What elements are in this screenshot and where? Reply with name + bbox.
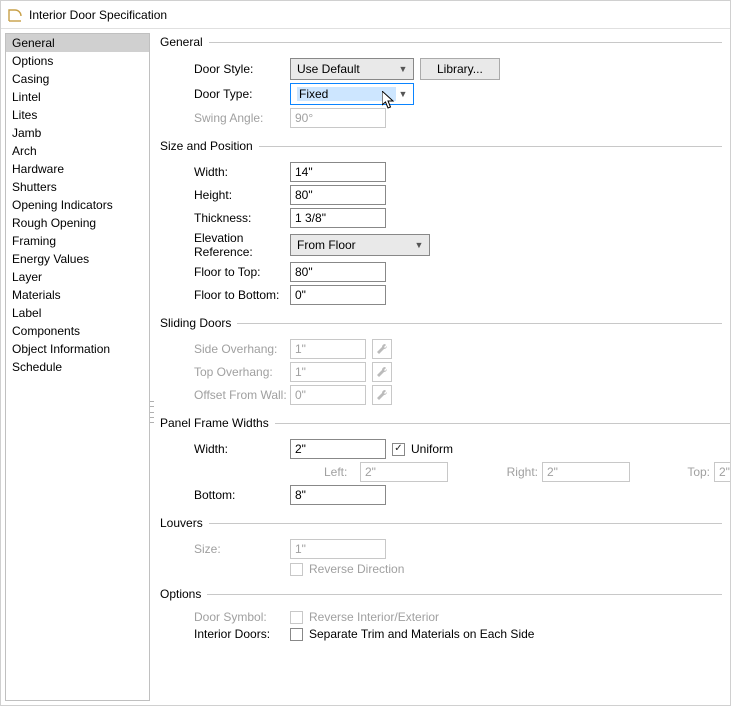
- floor-bottom-label: Floor to Bottom:: [160, 288, 290, 302]
- group-louvers-legend: Louvers: [160, 516, 209, 530]
- panel-width-label: Width:: [160, 442, 290, 456]
- checkbox-icon: [290, 563, 303, 576]
- sidebar-item-shutters[interactable]: Shutters: [6, 178, 149, 196]
- separate-trim-checkbox[interactable]: Separate Trim and Materials on Each Side: [290, 627, 534, 641]
- sidebar-item-lintel[interactable]: Lintel: [6, 88, 149, 106]
- louver-size-input: [290, 539, 386, 559]
- sidebar-item-options[interactable]: Options: [6, 52, 149, 70]
- chevron-down-icon: ▼: [396, 64, 410, 74]
- top-overhang-label: Top Overhang:: [160, 365, 290, 379]
- sidebar-item-framing[interactable]: Framing: [6, 232, 149, 250]
- sidebar-item-rough-opening[interactable]: Rough Opening: [6, 214, 149, 232]
- side-overhang-input: [290, 339, 366, 359]
- group-sliding: Sliding Doors Side Overhang: Top Overhan…: [160, 316, 722, 408]
- thickness-input[interactable]: [290, 208, 386, 228]
- width-input[interactable]: [290, 162, 386, 182]
- floor-top-label: Floor to Top:: [160, 265, 290, 279]
- uniform-checkbox[interactable]: ✓ Uniform: [392, 442, 453, 456]
- group-size: Size and Position Width: Height: Thickne…: [160, 139, 722, 308]
- chevron-down-icon: ▼: [396, 89, 410, 99]
- panel-width-input[interactable]: [290, 439, 386, 459]
- door-symbol-label: Door Symbol:: [160, 610, 290, 624]
- group-panel: Panel Frame Widths Width: ✓ Uniform Left…: [160, 416, 730, 508]
- group-general: General Door Style: Use Default ▼ Librar…: [160, 35, 722, 131]
- door-style-label: Door Style:: [160, 62, 290, 76]
- door-type-select[interactable]: Fixed ▼: [290, 83, 414, 105]
- window-title: Interior Door Specification: [29, 8, 167, 22]
- group-size-legend: Size and Position: [160, 139, 259, 153]
- panel-top-input: [714, 462, 730, 482]
- sidebar-item-object-information[interactable]: Object Information: [6, 340, 149, 358]
- group-options-legend: Options: [160, 587, 207, 601]
- checkbox-icon: [290, 628, 303, 641]
- sidebar-item-general[interactable]: General: [6, 34, 149, 52]
- height-label: Height:: [160, 188, 290, 202]
- separate-trim-label: Separate Trim and Materials on Each Side: [309, 627, 534, 641]
- group-panel-legend: Panel Frame Widths: [160, 416, 275, 430]
- louver-size-label: Size:: [160, 542, 290, 556]
- offset-wall-label: Offset From Wall:: [160, 388, 290, 402]
- reverse-direction-checkbox: Reverse Direction: [290, 562, 404, 576]
- door-style-select[interactable]: Use Default ▼: [290, 58, 414, 80]
- sidebar-item-opening-indicators[interactable]: Opening Indicators: [6, 196, 149, 214]
- category-sidebar[interactable]: GeneralOptionsCasingLintelLitesJambArchH…: [5, 33, 150, 701]
- sidebar-item-casing[interactable]: Casing: [6, 70, 149, 88]
- sidebar-item-components[interactable]: Components: [6, 322, 149, 340]
- library-button[interactable]: Library...: [420, 58, 500, 80]
- offset-wall-input: [290, 385, 366, 405]
- height-input[interactable]: [290, 185, 386, 205]
- elev-ref-label: Elevation Reference:: [160, 231, 290, 259]
- floor-bottom-input[interactable]: [290, 285, 386, 305]
- panel-right-label: Right:: [498, 465, 538, 479]
- floor-top-input[interactable]: [290, 262, 386, 282]
- panel-bottom-label: Bottom:: [160, 488, 290, 502]
- wrench-icon: [372, 339, 392, 359]
- sidebar-item-schedule[interactable]: Schedule: [6, 358, 149, 376]
- sidebar-item-energy-values[interactable]: Energy Values: [6, 250, 149, 268]
- sidebar-item-materials[interactable]: Materials: [6, 286, 149, 304]
- group-general-legend: General: [160, 35, 209, 49]
- door-icon: [7, 7, 23, 23]
- sidebar-item-jamb[interactable]: Jamb: [6, 124, 149, 142]
- titlebar: Interior Door Specification: [1, 1, 730, 29]
- top-overhang-input: [290, 362, 366, 382]
- checkbox-icon: ✓: [392, 443, 405, 456]
- panel-top-label: Top:: [680, 465, 710, 479]
- sidebar-item-lites[interactable]: Lites: [6, 106, 149, 124]
- elev-ref-select[interactable]: From Floor ▼: [290, 234, 430, 256]
- reverse-direction-label: Reverse Direction: [309, 562, 404, 576]
- width-label: Width:: [160, 165, 290, 179]
- group-options: Options Door Symbol: Reverse Interior/Ex…: [160, 587, 722, 644]
- thickness-label: Thickness:: [160, 211, 290, 225]
- sidebar-item-label[interactable]: Label: [6, 304, 149, 322]
- checkbox-icon: [290, 611, 303, 624]
- panel-left-input: [360, 462, 448, 482]
- interior-doors-label: Interior Doors:: [160, 627, 290, 641]
- sidebar-item-arch[interactable]: Arch: [6, 142, 149, 160]
- reverse-ie-label: Reverse Interior/Exterior: [309, 610, 439, 624]
- panel-left-label: Left:: [324, 465, 356, 479]
- wrench-icon: [372, 385, 392, 405]
- wrench-icon: [372, 362, 392, 382]
- panel-right-input: [542, 462, 630, 482]
- group-sliding-legend: Sliding Doors: [160, 316, 237, 330]
- chevron-down-icon: ▼: [412, 240, 426, 250]
- sidebar-item-hardware[interactable]: Hardware: [6, 160, 149, 178]
- swing-angle-label: Swing Angle:: [160, 111, 290, 125]
- sidebar-item-layer[interactable]: Layer: [6, 268, 149, 286]
- reverse-ie-checkbox: Reverse Interior/Exterior: [290, 610, 439, 624]
- door-type-label: Door Type:: [160, 87, 290, 101]
- group-louvers: Louvers Size: Reverse Direction: [160, 516, 722, 579]
- uniform-label: Uniform: [411, 442, 453, 456]
- panel-bottom-input[interactable]: [290, 485, 386, 505]
- swing-angle-input: [290, 108, 386, 128]
- side-overhang-label: Side Overhang:: [160, 342, 290, 356]
